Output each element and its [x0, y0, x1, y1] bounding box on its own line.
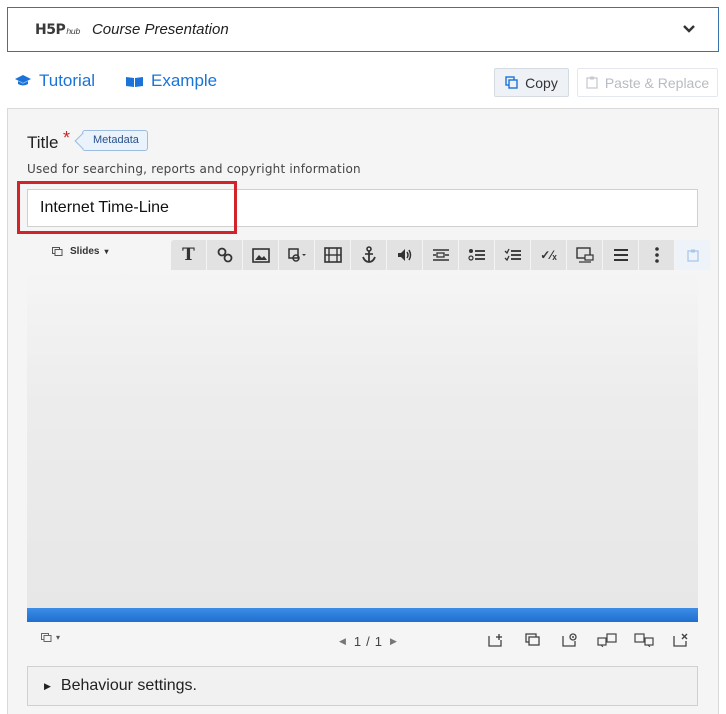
more-icon[interactable] — [639, 240, 675, 270]
example-label: Example — [151, 71, 218, 90]
metadata-button[interactable]: Metadata — [82, 130, 148, 151]
summary-icon[interactable] — [603, 240, 639, 270]
slides-menu-button[interactable]: Slides ▾ — [52, 246, 108, 257]
slide-footer: ▾ ◀ 1 / 1 ▶ — [27, 622, 698, 658]
h5p-logo-main: H5P — [35, 21, 66, 38]
caret-down-icon: ▾ — [104, 247, 109, 256]
next-slide-icon[interactable]: ▶ — [390, 636, 397, 647]
link-icon[interactable] — [207, 240, 243, 270]
shapes-icon[interactable] — [279, 240, 315, 270]
move-slide-left-icon[interactable] — [588, 630, 625, 650]
content-type-selector[interactable]: H5P hub Course Presentation — [7, 7, 719, 52]
fill-in-blanks-icon[interactable] — [423, 240, 459, 270]
previous-slide-icon[interactable]: ◀ — [339, 636, 346, 647]
required-marker: * — [63, 128, 71, 148]
copy-label: Copy — [525, 74, 558, 91]
total-slides: 1 — [374, 634, 383, 649]
drag-and-drop-icon[interactable] — [567, 240, 603, 270]
pager-separator: / — [366, 634, 370, 649]
title-help-text: Used for searching, reports and copyrigh… — [27, 162, 361, 176]
open-book-icon — [126, 77, 143, 87]
paste-replace-label: Paste & Replace — [604, 74, 710, 91]
slide-background-icon[interactable] — [551, 630, 588, 650]
slide-canvas[interactable] — [27, 270, 698, 608]
slides-icon — [52, 247, 63, 256]
h5p-logo-sub: hub — [66, 26, 80, 36]
single-choice-icon[interactable] — [459, 240, 495, 270]
title-label: Title — [27, 133, 59, 152]
tutorial-label: Tutorial — [39, 71, 96, 90]
video-icon[interactable] — [315, 240, 351, 270]
behaviour-settings-toggle[interactable]: ▶ Behaviour settings. — [27, 666, 698, 706]
text-icon[interactable]: T — [171, 240, 207, 270]
h5p-hub-logo: H5P hub — [35, 22, 80, 38]
chevron-down-icon[interactable] — [682, 22, 696, 41]
paste-replace-button[interactable]: Paste & Replace — [577, 68, 718, 97]
slides-icon — [41, 633, 52, 642]
tutorial-link[interactable]: Tutorial — [14, 71, 95, 91]
image-icon[interactable] — [243, 240, 279, 270]
copy-icon — [505, 76, 518, 89]
action-row: Tutorial Example Copy Paste & Replace — [14, 68, 719, 98]
editor-form: Title * Metadata Used for searching, rep… — [7, 108, 719, 714]
multiple-choice-icon[interactable] — [495, 240, 531, 270]
title-input[interactable] — [27, 189, 698, 227]
slide-actions — [477, 630, 699, 650]
slide-list-toggle[interactable]: ▾ — [41, 633, 60, 642]
move-slide-right-icon[interactable] — [625, 630, 662, 650]
slide-progress-bar[interactable] — [27, 608, 698, 622]
clone-slide-icon[interactable] — [514, 630, 551, 650]
paste-icon — [586, 76, 598, 89]
slides-label: Slides — [70, 246, 100, 257]
content-type-title: Course Presentation — [91, 21, 229, 38]
behaviour-settings-label: Behaviour settings. — [60, 677, 197, 694]
audio-icon[interactable] — [387, 240, 423, 270]
copy-button[interactable]: Copy — [494, 68, 569, 97]
caret-right-icon: ▶ — [44, 680, 51, 691]
slide-pager: ◀ 1 / 1 ▶ — [331, 634, 405, 649]
delete-slide-icon[interactable] — [662, 630, 699, 650]
true-false-icon[interactable]: ✓⁄ₓ — [531, 240, 567, 270]
graduation-cap-icon — [15, 75, 31, 86]
element-toolbar: T ✓⁄ₓ — [171, 240, 711, 270]
add-slide-icon[interactable] — [477, 630, 514, 650]
anchor-icon[interactable] — [351, 240, 387, 270]
example-link[interactable]: Example — [125, 71, 217, 91]
caret-down-icon: ▾ — [56, 633, 61, 642]
paste-element-icon[interactable] — [675, 240, 711, 270]
current-slide: 1 — [353, 634, 362, 649]
